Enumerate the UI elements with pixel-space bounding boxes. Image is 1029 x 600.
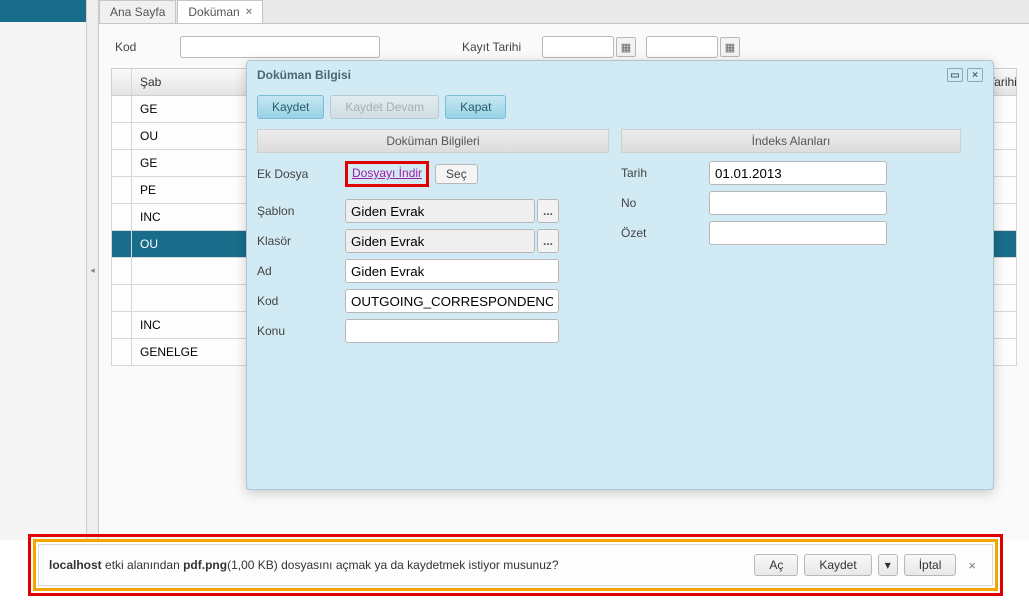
klasor-label: Klasör xyxy=(257,234,345,248)
calendar-icon[interactable]: ▦ xyxy=(616,37,636,57)
cell xyxy=(112,312,132,338)
sablon-field xyxy=(345,199,535,223)
tarih-field[interactable] xyxy=(709,161,887,185)
cell xyxy=(112,285,132,311)
filter-bar: Kod Kayıt Tarihi ▦ ▦ xyxy=(99,24,1029,60)
filter-kod-label: Kod xyxy=(115,40,170,54)
cell xyxy=(112,231,132,257)
tab-document-label: Doküman xyxy=(188,5,239,19)
save-continue-button: Kaydet Devam xyxy=(330,95,439,119)
ozet-field[interactable] xyxy=(709,221,887,245)
save-button[interactable]: Kaydet xyxy=(257,95,324,119)
ad-field[interactable] xyxy=(345,259,559,283)
cell xyxy=(112,123,132,149)
download-size: (1,00 KB) xyxy=(227,558,278,572)
download-host: localhost xyxy=(49,558,102,572)
konu-field[interactable] xyxy=(345,319,559,343)
kod-label: Kod xyxy=(257,294,345,308)
tab-home[interactable]: Ana Sayfa xyxy=(99,0,176,23)
cell xyxy=(112,339,132,365)
filter-date-from[interactable] xyxy=(542,36,614,58)
sidebar-expand-handle[interactable]: ◂ xyxy=(86,0,99,540)
save-dropdown-button[interactable]: ▾ xyxy=(878,554,898,576)
select-file-button[interactable]: Seç xyxy=(435,164,478,184)
cell xyxy=(112,258,132,284)
cancel-button[interactable]: İptal xyxy=(904,554,957,576)
maximize-icon[interactable]: ▭ xyxy=(947,68,963,82)
save-button[interactable]: Kaydet xyxy=(804,554,871,576)
close-icon[interactable]: × xyxy=(967,68,983,82)
klasor-field xyxy=(345,229,535,253)
klasor-picker-button[interactable]: ... xyxy=(537,229,559,253)
download-filename: pdf.png xyxy=(183,558,227,572)
open-button[interactable]: Aç xyxy=(754,554,798,576)
section-document-info: Doküman Bilgileri xyxy=(257,129,609,153)
download-file-link[interactable]: Dosyayı İndir xyxy=(352,166,422,180)
no-label: No xyxy=(621,196,709,210)
tabs-strip: Ana Sayfa Doküman × xyxy=(99,0,1029,24)
filter-kayit-label: Kayıt Tarihi xyxy=(462,40,532,54)
ozet-label: Özet xyxy=(621,226,709,240)
close-icon[interactable]: × xyxy=(962,558,982,573)
filter-kod-input[interactable] xyxy=(180,36,380,58)
cell xyxy=(112,96,132,122)
cell xyxy=(112,177,132,203)
download-message: localhost etki alanından pdf.png(1,00 KB… xyxy=(49,558,748,572)
no-field[interactable] xyxy=(709,191,887,215)
section-index-fields: İndeks Alanları xyxy=(621,129,961,153)
dialog-body: Doküman Bilgileri Ek Dosya Dosyayı İndir… xyxy=(247,129,993,349)
tarih-label: Tarih xyxy=(621,166,709,180)
filter-date-to[interactable] xyxy=(646,36,718,58)
download-notification-bar: localhost etki alanından pdf.png(1,00 KB… xyxy=(38,544,993,586)
ad-label: Ad xyxy=(257,264,345,278)
sablon-picker-button[interactable]: ... xyxy=(537,199,559,223)
sablon-label: Şablon xyxy=(257,204,345,218)
document-info-dialog: Doküman Bilgisi ▭ × Kaydet Kaydet Devam … xyxy=(246,60,994,490)
dialog-title: Doküman Bilgisi xyxy=(257,68,351,82)
dialog-toolbar: Kaydet Kaydet Devam Kapat xyxy=(247,89,993,129)
close-icon[interactable]: × xyxy=(246,6,252,18)
header-select xyxy=(112,69,132,95)
calendar-icon[interactable]: ▦ xyxy=(720,37,740,57)
dialog-header[interactable]: Doküman Bilgisi ▭ × xyxy=(247,61,993,89)
sidebar-collapsed xyxy=(0,0,87,22)
kod-field[interactable] xyxy=(345,289,559,313)
download-highlight: Dosyayı İndir xyxy=(345,161,429,187)
tab-home-label: Ana Sayfa xyxy=(110,5,165,19)
download-bar-highlight: localhost etki alanından pdf.png(1,00 KB… xyxy=(28,534,1003,596)
konu-label: Konu xyxy=(257,324,345,338)
close-button[interactable]: Kapat xyxy=(445,95,506,119)
file-label: Ek Dosya xyxy=(257,167,345,181)
cell xyxy=(112,150,132,176)
cell xyxy=(112,204,132,230)
tab-document[interactable]: Doküman × xyxy=(177,0,263,23)
